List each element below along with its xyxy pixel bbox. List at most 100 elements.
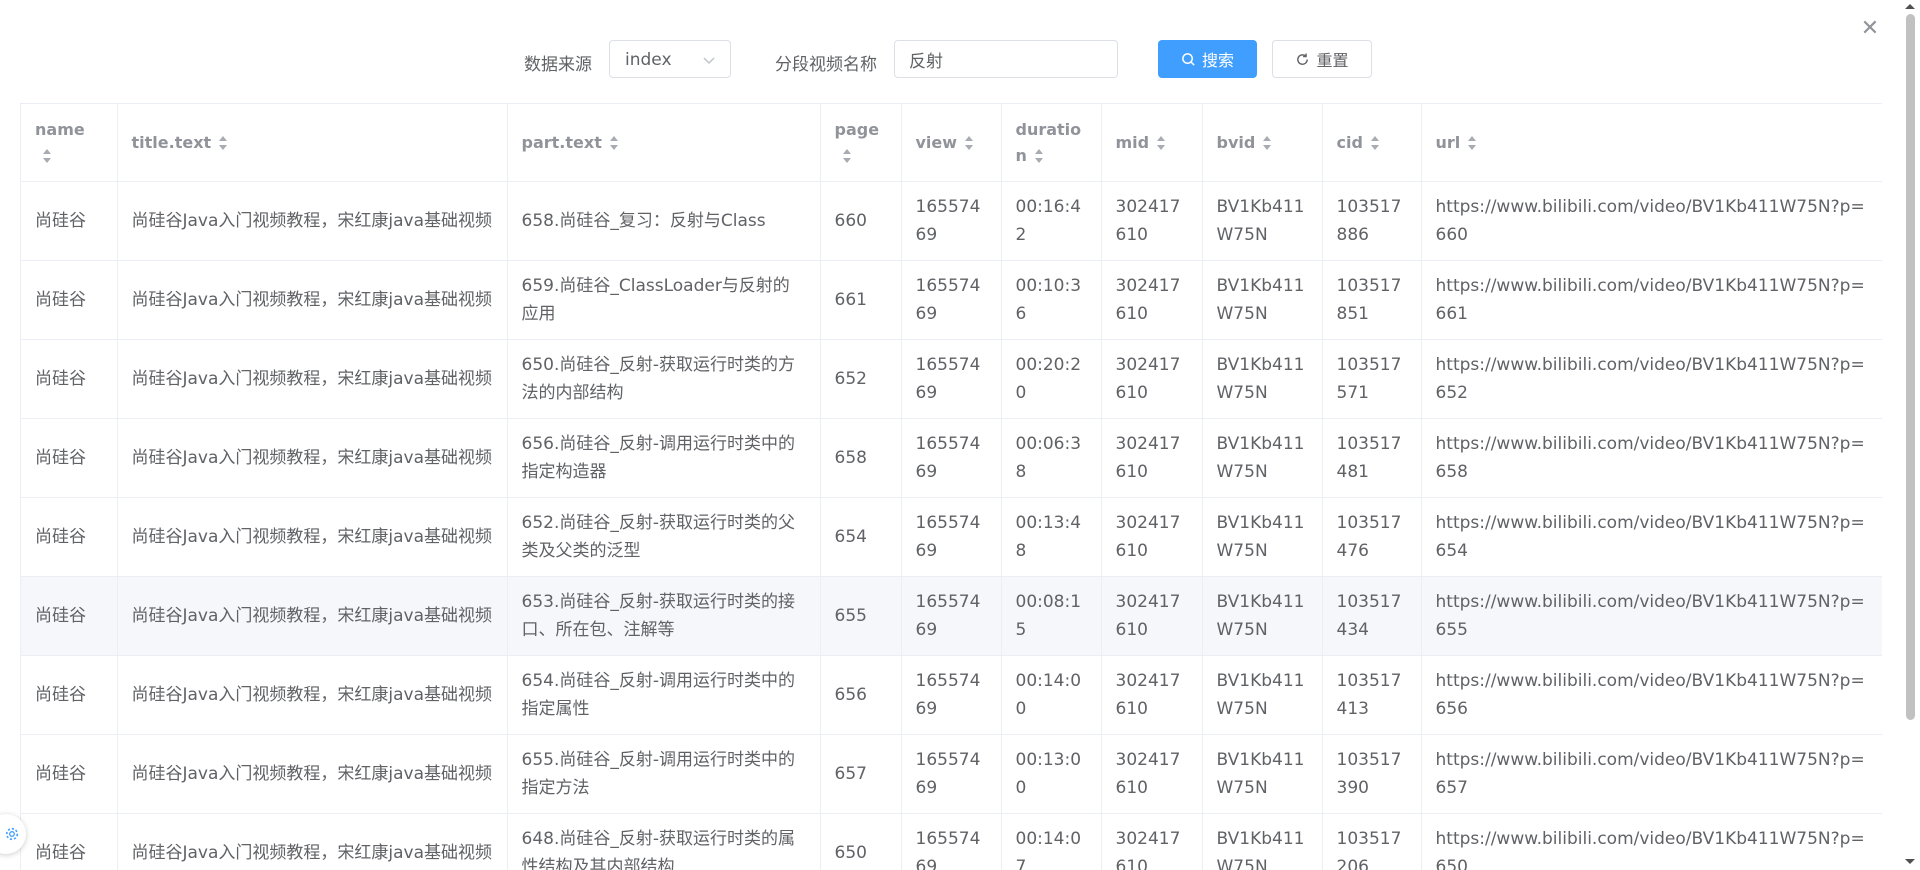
sort-caret-icon[interactable] [841,147,853,165]
cell-cid: 103517476 [1322,498,1421,577]
cell-url: https://www.bilibili.com/video/BV1Kb411W… [1421,182,1882,261]
sort-caret-icon[interactable] [1261,134,1273,152]
cell-page: 654 [820,498,901,577]
cell-title: 尚硅谷Java入门视频教程，宋红康java基础视频 [117,419,507,498]
column-header-part[interactable]: part.text [507,104,820,182]
cell-name: 尚硅谷 [21,656,117,735]
scrollbar-thumb[interactable] [1906,14,1915,720]
cell-bvid: BV1Kb411W75N [1202,261,1322,340]
table-row[interactable]: 尚硅谷尚硅谷Java入门视频教程，宋红康java基础视频659.尚硅谷_Clas… [21,261,1882,340]
column-header-url[interactable]: url [1421,104,1882,182]
cell-mid: 302417610 [1101,419,1202,498]
column-header-mid[interactable]: mid [1101,104,1202,182]
cell-bvid: BV1Kb411W75N [1202,498,1322,577]
column-header-label: view [916,133,958,152]
sort-caret-icon[interactable] [608,134,620,152]
cell-url: https://www.bilibili.com/video/BV1Kb411W… [1421,577,1882,656]
cell-duration: 00:20:20 [1001,340,1101,419]
cell-duration: 00:13:00 [1001,735,1101,814]
cell-bvid: BV1Kb411W75N [1202,577,1322,656]
column-header-page[interactable]: page [820,104,901,182]
cell-part: 650.尚硅谷_反射-获取运行时类的方法的内部结构 [507,340,820,419]
cell-name: 尚硅谷 [21,182,117,261]
sort-caret-icon[interactable] [1033,147,1045,165]
cell-page: 661 [820,261,901,340]
cell-mid: 302417610 [1101,656,1202,735]
cell-name: 尚硅谷 [21,735,117,814]
cell-title: 尚硅谷Java入门视频教程，宋红康java基础视频 [117,340,507,419]
search-button[interactable]: 搜索 [1158,40,1257,78]
cell-view: 16557469 [901,577,1001,656]
cell-bvid: BV1Kb411W75N [1202,656,1322,735]
cell-title: 尚硅谷Java入门视频教程，宋红康java基础视频 [117,577,507,656]
sort-caret-icon[interactable] [217,134,229,152]
cell-mid: 302417610 [1101,182,1202,261]
sort-caret-icon[interactable] [1466,134,1478,152]
sort-caret-icon[interactable] [1369,134,1381,152]
table-row[interactable]: 尚硅谷尚硅谷Java入门视频教程，宋红康java基础视频655.尚硅谷_反射-调… [21,735,1882,814]
cell-duration: 00:06:38 [1001,419,1101,498]
table-row[interactable]: 尚硅谷尚硅谷Java入门视频教程，宋红康java基础视频650.尚硅谷_反射-获… [21,340,1882,419]
cell-title: 尚硅谷Java入门视频教程，宋红康java基础视频 [117,735,507,814]
cell-page: 660 [820,182,901,261]
cell-mid: 302417610 [1101,498,1202,577]
search-icon [1181,52,1196,67]
column-header-label: part.text [522,133,602,152]
gear-icon [4,826,20,842]
cell-cid: 103517413 [1322,656,1421,735]
column-header-duration[interactable]: duration [1001,104,1101,182]
sort-caret-icon[interactable] [1155,134,1167,152]
column-header-label: url [1436,133,1461,152]
cell-page: 656 [820,656,901,735]
cell-view: 16557469 [901,498,1001,577]
table-row[interactable]: 尚硅谷尚硅谷Java入门视频教程，宋红康java基础视频648.尚硅谷_反射-获… [21,814,1882,870]
results-table: name title.text part.text page view dura… [20,103,1882,870]
cell-part: 652.尚硅谷_反射-获取运行时类的父类及父类的泛型 [507,498,820,577]
cell-page: 657 [820,735,901,814]
cell-page: 655 [820,577,901,656]
scroll-up-arrow-icon[interactable] [1904,2,1916,10]
sort-caret-icon[interactable] [41,147,53,165]
part-name-label: 分段视频名称 [775,50,877,75]
cell-url: https://www.bilibili.com/video/BV1Kb411W… [1421,735,1882,814]
part-name-input[interactable] [909,49,1105,69]
source-select[interactable]: index [609,40,731,78]
table-row[interactable]: 尚硅谷尚硅谷Java入门视频教程，宋红康java基础视频652.尚硅谷_反射-获… [21,498,1882,577]
cell-page: 650 [820,814,901,870]
scroll-down-arrow-icon[interactable] [1904,858,1916,866]
cell-part: 659.尚硅谷_ClassLoader与反射的应用 [507,261,820,340]
reset-button[interactable]: 重置 [1272,40,1372,78]
chevron-down-icon [702,53,716,67]
source-label: 数据来源 [524,50,592,75]
column-header-label: name [35,120,85,139]
cell-cid: 103517481 [1322,419,1421,498]
source-select-value: index [625,50,672,70]
cell-url: https://www.bilibili.com/video/BV1Kb411W… [1421,814,1882,870]
sort-caret-icon[interactable] [963,134,975,152]
cell-part: 656.尚硅谷_反射-调用运行时类中的指定构造器 [507,419,820,498]
cell-mid: 302417610 [1101,340,1202,419]
table-body: 尚硅谷尚硅谷Java入门视频教程，宋红康java基础视频658.尚硅谷_复习：反… [21,182,1882,870]
cell-url: https://www.bilibili.com/video/BV1Kb411W… [1421,498,1882,577]
table-row[interactable]: 尚硅谷尚硅谷Java入门视频教程，宋红康java基础视频653.尚硅谷_反射-获… [21,577,1882,656]
column-header-name[interactable]: name [21,104,117,182]
cell-mid: 302417610 [1101,814,1202,870]
table-row[interactable]: 尚硅谷尚硅谷Java入门视频教程，宋红康java基础视频656.尚硅谷_反射-调… [21,419,1882,498]
table-row[interactable]: 尚硅谷尚硅谷Java入门视频教程，宋红康java基础视频658.尚硅谷_复习：反… [21,182,1882,261]
column-header-cid[interactable]: cid [1322,104,1421,182]
column-header-bvid[interactable]: bvid [1202,104,1322,182]
column-header-view[interactable]: view [901,104,1001,182]
cell-title: 尚硅谷Java入门视频教程，宋红康java基础视频 [117,814,507,870]
cell-duration: 00:10:36 [1001,261,1101,340]
cell-page: 652 [820,340,901,419]
cell-name: 尚硅谷 [21,340,117,419]
cell-bvid: BV1Kb411W75N [1202,735,1322,814]
cell-part: 648.尚硅谷_反射-获取运行时类的属性结构及其内部结构 [507,814,820,870]
cell-cid: 103517206 [1322,814,1421,870]
column-header-title[interactable]: title.text [117,104,507,182]
refresh-icon [1295,52,1310,67]
table-row[interactable]: 尚硅谷尚硅谷Java入门视频教程，宋红康java基础视频654.尚硅谷_反射-调… [21,656,1882,735]
cell-mid: 302417610 [1101,261,1202,340]
cell-part: 653.尚硅谷_反射-获取运行时类的接口、所在包、注解等 [507,577,820,656]
close-icon[interactable]: ✕ [1858,18,1882,42]
